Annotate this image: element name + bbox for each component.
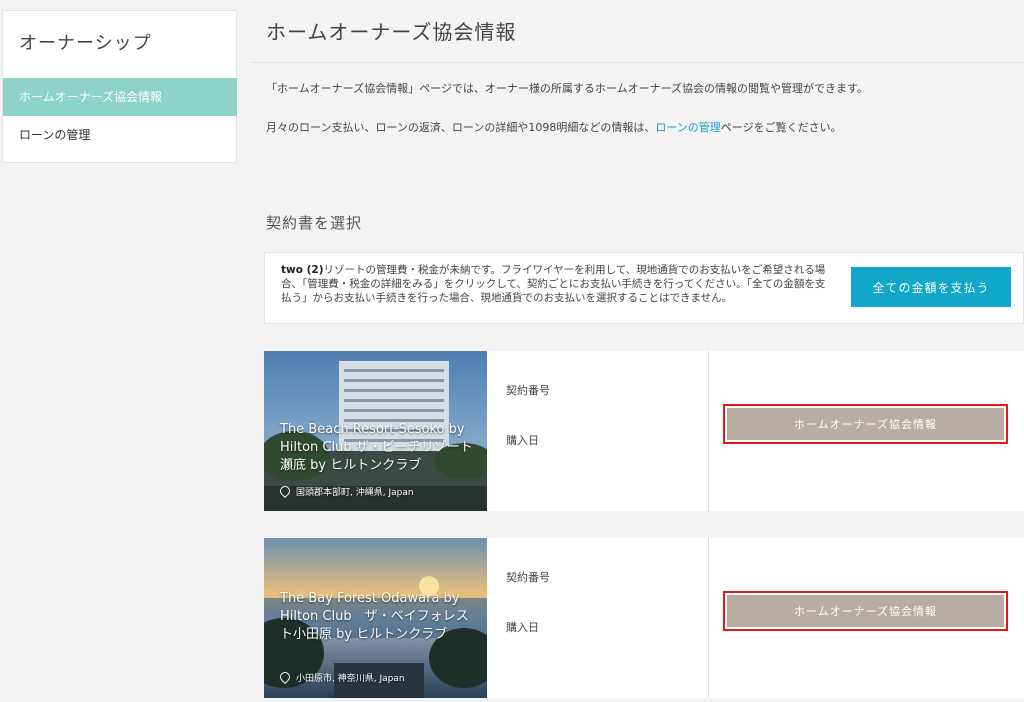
sidebar-title: オーナーシップ bbox=[19, 33, 152, 54]
loan-info-text: 月々のローン支払い、ローンの返済、ローンの詳細や1098明細などの情報は、ローン… bbox=[266, 119, 842, 135]
loan-management-link[interactable]: ローンの管理 bbox=[655, 121, 720, 134]
card-divider bbox=[708, 351, 709, 511]
hoa-info-button[interactable]: ホームオーナーズ協会情報 bbox=[727, 595, 1004, 627]
resort-image: The Beach Resort Sesoko by Hilton Club ザ… bbox=[264, 351, 487, 511]
notice-body: リゾートの管理費・税金が未納です。フライワイヤーを利用して、現地通貨でのお支払い… bbox=[281, 264, 826, 304]
purchase-date-label: 購入日 bbox=[506, 621, 539, 634]
sidebar-item-loan-management[interactable]: ローンの管理 bbox=[3, 116, 237, 154]
resort-name[interactable]: The Bay Forest Odawara by Hilton Club ザ・… bbox=[280, 590, 475, 644]
highlight-box: ホームオーナーズ協会情報 bbox=[723, 591, 1008, 631]
purchase-date-label: 購入日 bbox=[506, 434, 539, 447]
sidebar-item-hoa-info[interactable]: ホームオーナーズ協会情報 bbox=[3, 78, 237, 116]
highlight-box: ホームオーナーズ協会情報 bbox=[723, 404, 1008, 444]
loan-info-suffix: ページをご覧ください。 bbox=[720, 121, 842, 134]
section-title: 契約書を選択 bbox=[266, 214, 363, 232]
page-title: ホームオーナーズ協会情報 bbox=[266, 20, 517, 44]
resort-location: 国頭郡本部町, 沖縄県, Japan bbox=[277, 483, 414, 499]
pay-all-button[interactable]: 全ての金額を支払う bbox=[851, 267, 1011, 307]
notice-count: two (2) bbox=[281, 264, 324, 276]
card-divider bbox=[708, 538, 709, 698]
resort-image: The Bay Forest Odawara by Hilton Club ザ・… bbox=[264, 538, 487, 698]
unpaid-notice: two (2)リゾートの管理費・税金が未納です。フライワイヤーを利用して、現地通… bbox=[264, 252, 1024, 324]
sidebar: オーナーシップ ホームオーナーズ協会情報 ローンの管理 bbox=[2, 10, 237, 163]
notice-text: two (2)リゾートの管理費・税金が未納です。フライワイヤーを利用して、現地通… bbox=[281, 263, 831, 305]
contract-number-label: 契約番号 bbox=[506, 384, 550, 397]
resort-location: 小田原市, 神奈川県, Japan bbox=[277, 669, 405, 685]
loan-info-prefix: 月々のローン支払い、ローンの返済、ローンの詳細や1098明細などの情報は、 bbox=[266, 121, 656, 134]
contract-number-label: 契約番号 bbox=[506, 571, 550, 584]
location-text: 小田原市, 神奈川県, Japan bbox=[296, 674, 405, 684]
location-pin-icon bbox=[277, 483, 293, 499]
intro-text: 「ホームオーナーズ協会情報」ページでは、オーナー様の所属するホームオーナーズ協会… bbox=[266, 82, 868, 95]
contract-card: The Bay Forest Odawara by Hilton Club ザ・… bbox=[264, 538, 1024, 698]
location-text: 国頭郡本部町, 沖縄県, Japan bbox=[296, 488, 414, 498]
resort-name[interactable]: The Beach Resort Sesoko by Hilton Club ザ… bbox=[280, 421, 475, 475]
title-divider bbox=[252, 62, 1024, 63]
contract-card: The Beach Resort Sesoko by Hilton Club ザ… bbox=[264, 351, 1024, 511]
hoa-info-button[interactable]: ホームオーナーズ協会情報 bbox=[727, 408, 1004, 440]
location-pin-icon bbox=[277, 669, 293, 685]
